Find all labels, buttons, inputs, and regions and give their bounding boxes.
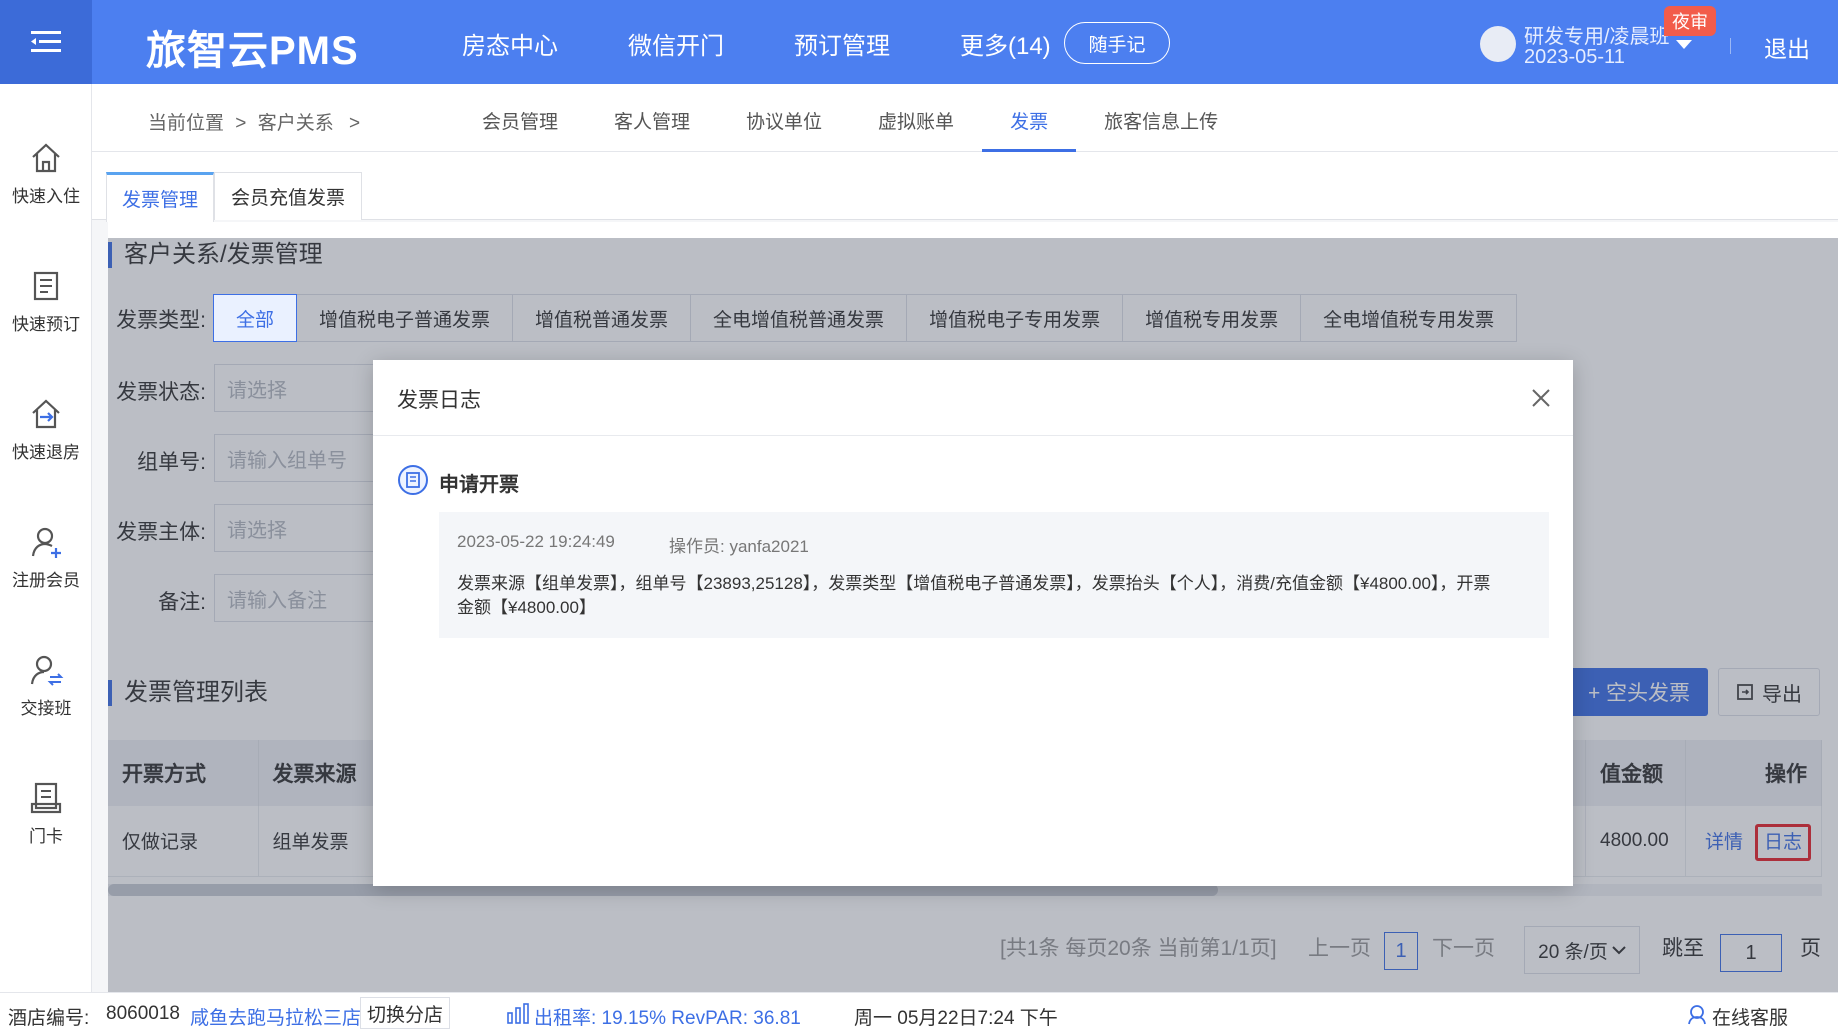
sub-navigation: 当前位置 > 客户关系 > 会员管理 客人管理 协议单位 虚拟账单 发票 旅客信… — [92, 84, 1838, 152]
add-member-icon — [31, 527, 61, 558]
sidebar-item-register-member[interactable]: 注册会员 — [0, 524, 92, 591]
breadcrumb: 当前位置 > 客户关系 > — [148, 108, 360, 135]
nav-reservation[interactable]: 预订管理 — [794, 26, 890, 61]
shift-icon — [30, 655, 64, 686]
home-icon — [32, 143, 60, 173]
sidebar-item-quick-checkin[interactable]: 快速入住 — [0, 140, 92, 207]
breadcrumb-separator: > — [348, 113, 361, 134]
hotel-number: 8060018 — [106, 1003, 180, 1024]
current-datetime: 周一 05月22日7:24 下午 — [854, 1008, 1058, 1029]
switch-store-button[interactable]: 切换分店 — [360, 997, 451, 1029]
divider — [1730, 38, 1731, 54]
tab-member-recharge-invoice[interactable]: 会员充值发票 — [214, 172, 362, 220]
close-icon[interactable] — [1527, 384, 1555, 412]
avatar[interactable] — [1480, 26, 1516, 62]
night-audit-badge[interactable]: 夜审 — [1664, 6, 1716, 36]
tab-agreement-unit[interactable]: 协议单位 — [718, 84, 850, 152]
breadcrumb-separator: > — [235, 113, 247, 134]
user-name[interactable]: 研发专用/凌晨班 — [1524, 20, 1670, 49]
sidebar-item-quick-booking[interactable]: 快速预订 — [0, 268, 92, 335]
memo-button[interactable]: 随手记 — [1064, 22, 1170, 64]
brand-logo: 旅智云PMS — [146, 29, 359, 73]
menu-toggle-button[interactable] — [0, 0, 92, 84]
online-service-link[interactable]: 在线客服 — [1712, 1003, 1788, 1030]
modal-title: 发票日志 — [397, 389, 481, 412]
log-entry-card: 2023-05-22 19:24:49 操作员: yanfa2021 发票来源【… — [439, 512, 1549, 638]
sidebar-item-label: 注册会员 — [12, 571, 80, 590]
tab-member-management[interactable]: 会员管理 — [454, 84, 586, 152]
chevron-down-icon[interactable] — [1676, 40, 1692, 49]
hotel-name: 咸鱼去跑马拉松三店 — [190, 1008, 362, 1029]
status-bar: 酒店编号: 8060018 咸鱼去跑马拉松三店 切换分店 出租率: 19.15%… — [0, 992, 1838, 1034]
business-date: 2023-05-11 — [1524, 46, 1625, 68]
tab-invoice-management[interactable]: 发票管理 — [106, 172, 214, 222]
type-option-all[interactable]: 全部 — [213, 294, 298, 342]
menu-icon — [31, 31, 61, 52]
card-icon — [30, 782, 62, 814]
log-detail-text: 发票来源【组单发票】，组单号【23893,25128】，发票类型【增值税电子普通… — [457, 574, 1491, 617]
top-bar: 旅智云PMS 房态中心 微信开门 预订管理 更多(14) 随手记 研发专用/凌晨… — [0, 0, 1838, 84]
occupancy-stats: 出租率: 19.15% RevPAR: 36.81 — [534, 1008, 801, 1029]
sidebar-item-quick-checkout[interactable]: 快速退房 — [0, 396, 92, 463]
tab-virtual-bill[interactable]: 虚拟账单 — [850, 84, 982, 152]
booking-icon — [33, 271, 59, 301]
sub-tabs: 会员管理 客人管理 协议单位 虚拟账单 发票 旅客信息上传 — [454, 84, 1246, 152]
sidebar-item-label: 门卡 — [29, 827, 63, 846]
nav-wechat-door[interactable]: 微信开门 — [628, 26, 724, 61]
customer-service-icon[interactable] — [1686, 1003, 1708, 1025]
page-tabs: 发票管理 会员充值发票 — [92, 152, 1838, 222]
invoice-icon — [398, 465, 428, 495]
sidebar-item-label: 快速预订 — [12, 315, 80, 334]
sidebar-item-label: 交接班 — [20, 699, 72, 718]
top-nav: 房态中心 微信开门 预订管理 更多(14) — [462, 26, 1121, 61]
nav-more[interactable]: 更多(14) — [960, 26, 1051, 61]
invoice-log-modal: 发票日志 申请开票 2023-05-22 19:24:49 操作员: yanfa… — [373, 360, 1573, 886]
nav-room-status[interactable]: 房态中心 — [462, 26, 558, 61]
tab-guest-management[interactable]: 客人管理 — [586, 84, 718, 152]
sidebar-item-label: 快速退房 — [12, 443, 80, 462]
chart-icon — [507, 1003, 529, 1024]
breadcrumb-prefix: 当前位置 — [148, 113, 225, 134]
tab-traveler-upload[interactable]: 旅客信息上传 — [1076, 84, 1246, 152]
log-timestamp: 2023-05-22 19:24:49 — [457, 532, 615, 551]
tab-invoice[interactable]: 发票 — [982, 84, 1077, 152]
sidebar-item-door-card[interactable]: 门卡 — [0, 780, 92, 847]
breadcrumb-section[interactable]: 客户关系 — [258, 113, 334, 134]
logout-button[interactable]: 退出 — [1764, 30, 1810, 64]
sidebar: 快速入住 快速预订 快速退房 注册会员 交接班 门卡 — [0, 84, 92, 992]
log-operator: 操作员: yanfa2021 — [669, 537, 809, 556]
sidebar-item-label: 快速入住 — [12, 187, 80, 206]
modal-header: 发票日志 — [373, 360, 1573, 436]
hotel-number-label: 酒店编号: — [8, 1008, 90, 1029]
sidebar-item-shift-handover[interactable]: 交接班 — [0, 652, 92, 719]
log-entry-title: 申请开票 — [439, 474, 519, 496]
checkout-icon — [32, 399, 60, 429]
